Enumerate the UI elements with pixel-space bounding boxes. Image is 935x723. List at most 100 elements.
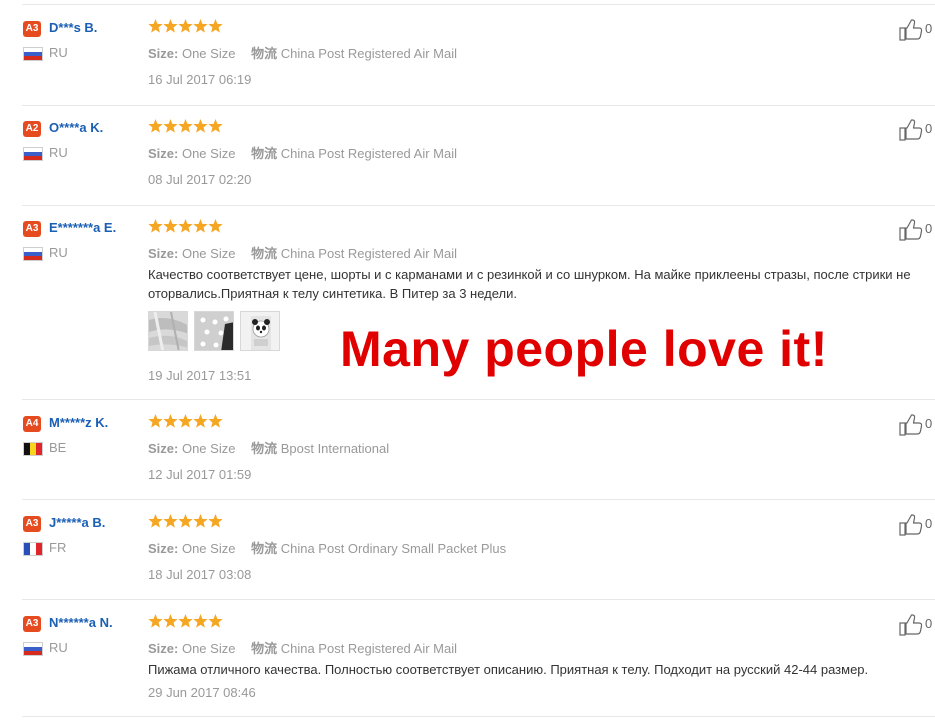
buyer-level-badge: A4 (23, 416, 41, 432)
star-icon (193, 219, 208, 233)
order-info: Size: One Size 物流 China Post Registered … (148, 143, 457, 162)
star-icon (208, 19, 223, 33)
buyer-level-badge: A3 (23, 516, 41, 532)
star-icon (148, 219, 163, 233)
reviewer-name[interactable]: J*****a B. (49, 515, 105, 530)
thumbs-up-icon[interactable] (899, 119, 923, 141)
reviewer-country: RU (49, 640, 68, 655)
size-label: Size: (148, 641, 179, 656)
thumbs-up-icon[interactable] (899, 19, 923, 41)
review-date: 08 Jul 2017 02:20 (148, 172, 252, 187)
star-icon (193, 414, 208, 428)
logistics-label: 物流 (251, 641, 278, 656)
reviewer-country: BE (49, 440, 67, 455)
helpful-count: 0 (925, 121, 933, 136)
reviewer-name[interactable]: E*******a E. (49, 220, 116, 235)
review-photo-thumbnail[interactable] (148, 311, 188, 351)
logistics-label: 物流 (251, 246, 278, 261)
review-item: A3 J*****a B. FR Size: One Size 物流 China… (22, 500, 935, 600)
review-date: 12 Jul 2017 01:59 (148, 467, 252, 482)
review-text-line: Качество соответствует цене, шорты и с к… (148, 267, 911, 282)
russia-flag-icon (23, 642, 43, 656)
shipping-method: China Post Registered Air Mail (280, 641, 458, 656)
helpful-count: 0 (925, 616, 933, 631)
reviewer-name[interactable]: O****a K. (49, 120, 103, 135)
star-rating-graphic (148, 414, 223, 428)
order-info: Size: One Size 物流 China Post Ordinary Sm… (148, 538, 506, 557)
review-date: 19 Jul 2017 13:51 (148, 368, 252, 383)
star-icon (178, 414, 193, 428)
star-rating (148, 218, 224, 235)
star-icon (178, 219, 193, 233)
star-icon (163, 514, 178, 528)
photo-panda-image (241, 312, 279, 350)
review-date: 16 Jul 2017 06:19 (148, 72, 252, 87)
buyer-level-badge: A3 (23, 616, 41, 632)
size-value: One Size (181, 541, 236, 556)
helpful-count: 0 (925, 21, 933, 36)
france-flag-icon (23, 542, 43, 556)
thumbs-up-glyph (899, 514, 923, 536)
star-icon (148, 414, 163, 428)
star-icon (178, 614, 193, 628)
star-rating (148, 118, 224, 135)
size-label: Size: (148, 441, 179, 456)
review-photo-thumbnail[interactable] (194, 311, 234, 351)
star-icon (208, 414, 223, 428)
thumbs-up-glyph (899, 119, 923, 141)
thumbs-up-glyph (899, 219, 923, 241)
reviewer-country: FR (49, 540, 67, 555)
review-date: 18 Jul 2017 03:08 (148, 567, 252, 582)
buyer-level-badge: A2 (23, 121, 41, 137)
star-rating-graphic (148, 614, 223, 628)
thumbs-up-icon[interactable] (899, 514, 923, 536)
review-item: A3 D***s B. RU Size: One Size 物流 China P… (22, 4, 935, 106)
star-icon (163, 19, 178, 33)
star-rating (148, 513, 224, 530)
photo-fabric-image (149, 312, 187, 350)
size-value: One Size (181, 441, 236, 456)
shipping-method: China Post Registered Air Mail (280, 46, 458, 61)
reviewer-name[interactable]: D***s B. (49, 20, 97, 35)
star-rating-graphic (148, 119, 223, 133)
review-item: A2 O****a K. RU Size: One Size 物流 China … (22, 105, 935, 206)
reviewer-name[interactable]: N******a N. (49, 615, 113, 630)
logistics-label: 物流 (251, 441, 278, 456)
thumbs-up-glyph (899, 414, 923, 436)
star-icon (178, 119, 193, 133)
review-date: 29 Jun 2017 08:46 (148, 685, 256, 700)
size-value: One Size (181, 46, 236, 61)
thumbs-up-icon[interactable] (899, 219, 923, 241)
russia-flag-icon (23, 247, 43, 261)
star-icon (163, 414, 178, 428)
star-rating (148, 613, 224, 630)
russia-flag-icon (23, 147, 43, 161)
size-value: One Size (181, 641, 236, 656)
thumbs-up-icon[interactable] (899, 414, 923, 436)
promo-overlay-text: Many people love it! (340, 321, 828, 377)
reviewer-country: RU (49, 245, 68, 260)
helpful-count: 0 (925, 416, 933, 431)
star-icon (163, 219, 178, 233)
russia-flag-icon (23, 47, 43, 61)
star-rating (148, 413, 224, 430)
review-item: A4 M*****z K. BE Size: One Size 物流 Bpost… (22, 400, 935, 500)
thumbs-up-glyph (899, 19, 923, 41)
thumbs-up-icon[interactable] (899, 614, 923, 636)
star-rating-graphic (148, 219, 223, 233)
review-item: A3 N******a N. RU Size: One Size 物流 Chin… (22, 600, 935, 717)
logistics-label: 物流 (251, 541, 278, 556)
size-label: Size: (148, 541, 179, 556)
star-icon (148, 614, 163, 628)
review-photo-thumbnail[interactable] (240, 311, 280, 351)
star-rating-graphic (148, 514, 223, 528)
reviewer-name[interactable]: M*****z K. (49, 415, 108, 430)
star-icon (208, 514, 223, 528)
star-icon (208, 219, 223, 233)
size-value: One Size (181, 146, 236, 161)
reviewer-country: RU (49, 145, 68, 160)
reviewer-country: RU (49, 45, 68, 60)
helpful-count: 0 (925, 221, 933, 236)
buyer-level-badge: A3 (23, 21, 41, 37)
star-icon (178, 514, 193, 528)
